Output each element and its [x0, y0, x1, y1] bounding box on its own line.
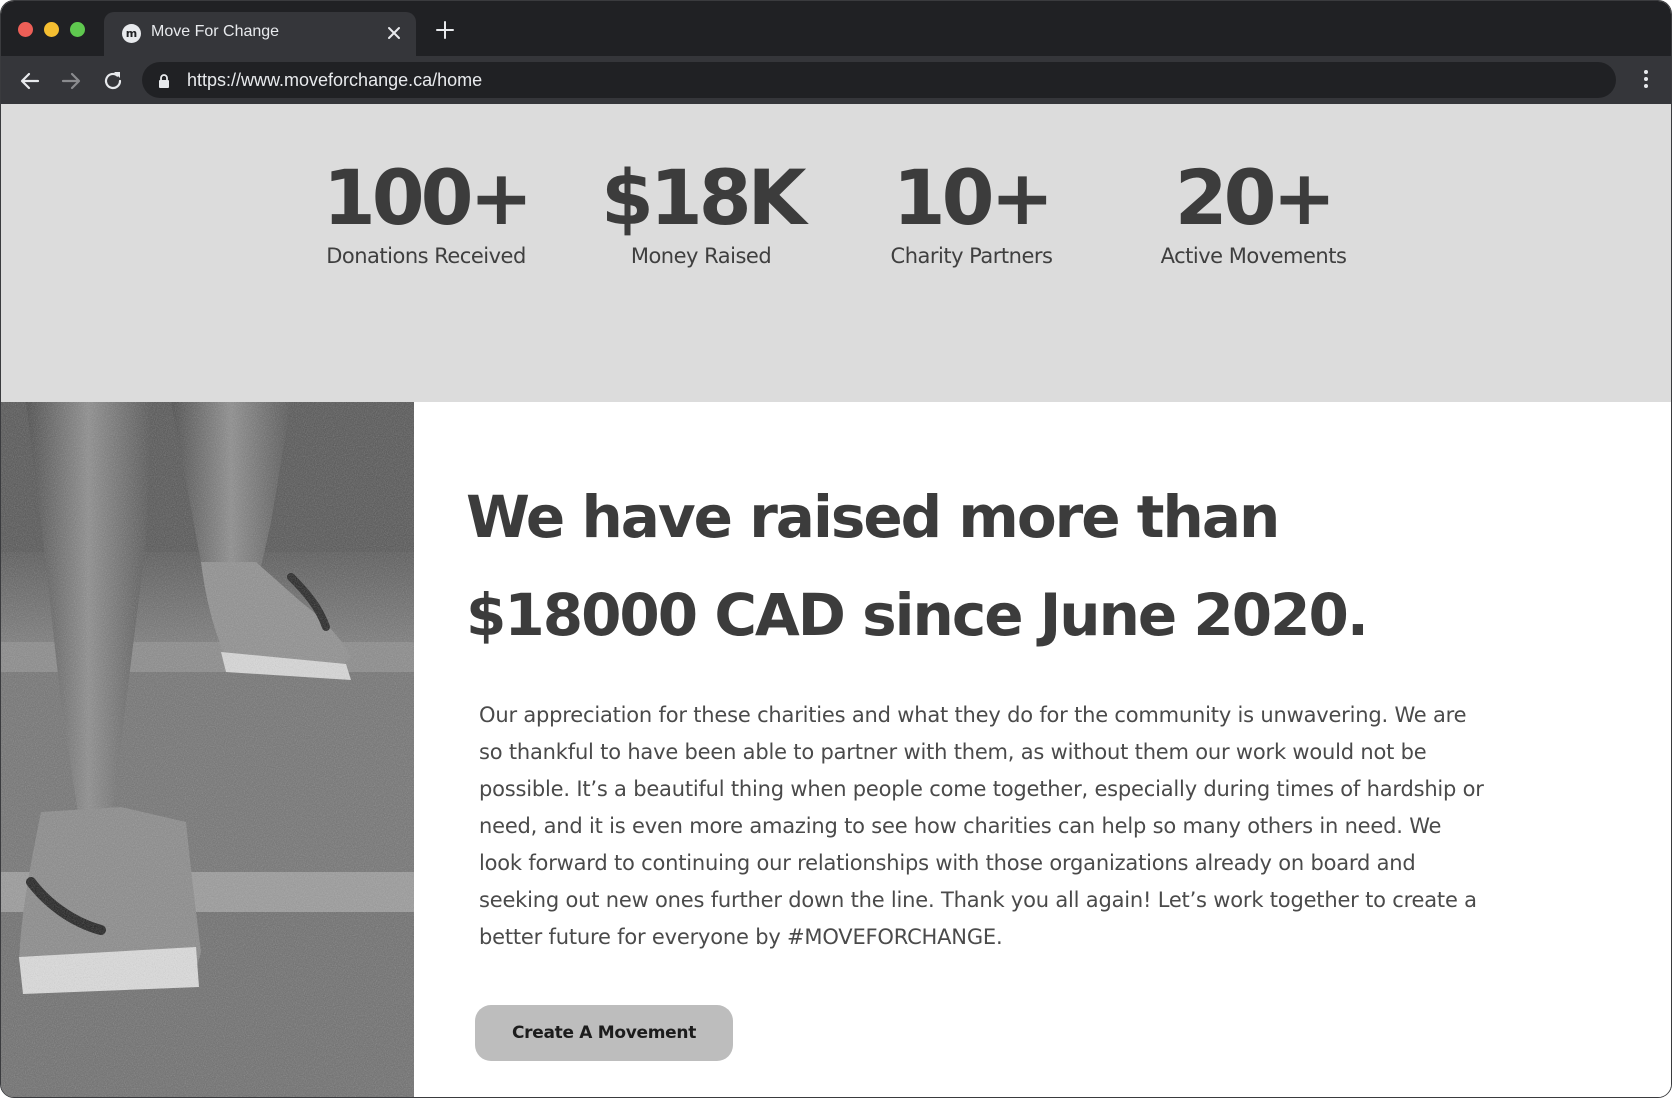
stat-value: $18K [601, 153, 807, 242]
stat-value: 10+ [892, 153, 1054, 242]
stat-donations: 100+ Donations Received [321, 153, 533, 269]
headline-line-2: $18000 CAD since June 2020. [466, 581, 1369, 649]
kebab-menu-icon[interactable] [1643, 70, 1649, 90]
stat-label: Donations Received [326, 244, 526, 268]
stats-banner: 100+ Donations Received $18K Money Raise… [1, 104, 1671, 402]
minimize-window-button[interactable] [44, 22, 59, 37]
maximize-window-button[interactable] [70, 22, 85, 37]
back-arrow-icon[interactable] [17, 68, 43, 94]
create-movement-button[interactable]: Create A Movement [475, 1005, 733, 1061]
close-window-button[interactable] [18, 22, 33, 37]
stat-value: 100+ [322, 153, 533, 242]
browser-toolbar: https://www.moveforchange.ca/home [1, 56, 1671, 104]
stat-label: Active Movements [1160, 244, 1347, 268]
stat-label: Money Raised [630, 244, 772, 268]
stat-label: Charity Partners [890, 244, 1053, 268]
tab-strip: m Move For Change [1, 1, 1671, 56]
forward-arrow-icon[interactable] [58, 68, 84, 94]
page-viewport: 100+ Donations Received $18K Money Raise… [1, 104, 1671, 1097]
feature-section: We have raised more than $18000 CAD sinc… [414, 402, 1671, 1097]
close-icon[interactable] [384, 23, 404, 43]
feature-headline: We have raised more than $18000 CAD sinc… [466, 468, 1606, 664]
browser-tab[interactable]: m Move For Change [104, 12, 416, 56]
plus-icon[interactable] [433, 18, 457, 42]
stat-money: $18K Money Raised [601, 153, 807, 269]
runner-photo [1, 402, 414, 1097]
stat-partners: 10+ Charity Partners [874, 153, 1069, 269]
feature-body-text: Our appreciation for these charities and… [479, 703, 1484, 949]
headline-line-1: We have raised more than [466, 483, 1280, 551]
address-bar[interactable]: https://www.moveforchange.ca/home [142, 62, 1616, 98]
browser-window: m Move For Change https://www.moveforcha… [0, 0, 1672, 1098]
favicon-icon: m [122, 24, 141, 43]
stat-value: 20+ [1174, 153, 1336, 242]
stat-movements: 20+ Active Movements [1146, 153, 1361, 269]
tab-title: Move For Change [151, 23, 280, 40]
lock-icon [158, 73, 170, 88]
reload-icon[interactable] [100, 68, 126, 94]
url-text[interactable]: https://www.moveforchange.ca/home [187, 70, 482, 91]
